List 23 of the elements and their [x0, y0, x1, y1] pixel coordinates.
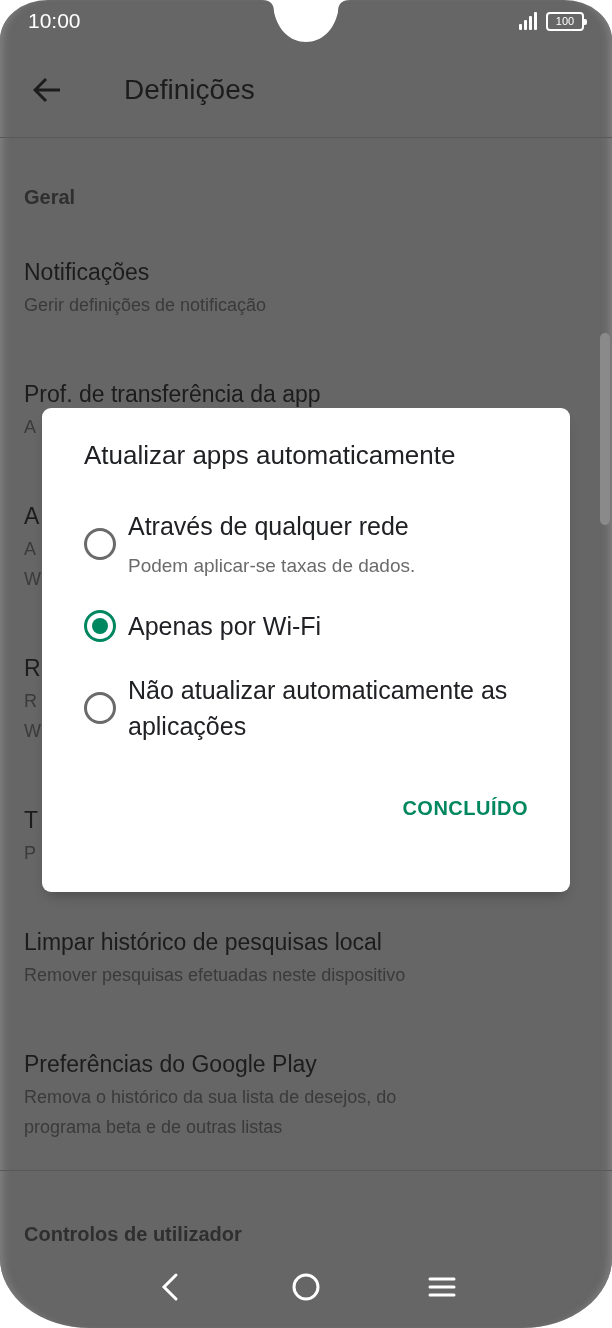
section-header: Geral [23, 185, 77, 210]
signal-icon [518, 12, 538, 30]
setting-title[interactable]: R [24, 650, 41, 686]
status-time: 10:00 [28, 9, 81, 33]
radio-button[interactable] [84, 692, 116, 724]
radio-button[interactable] [84, 528, 116, 560]
option-label[interactable]: Apenas por Wi-Fi [128, 608, 322, 644]
setting-title[interactable]: T [24, 802, 39, 838]
option-description: Podem aplicar-se taxas de dados. [128, 554, 416, 578]
setting-title[interactable]: Limpar histórico de pesquisas local [24, 924, 382, 960]
battery-level: 100 [546, 11, 584, 31]
dialog-title: Atualizar apps automaticamente [84, 439, 457, 472]
setting-title[interactable]: Notificações [24, 254, 150, 290]
option-label[interactable]: Através de qualquer rede [128, 508, 416, 544]
section-header: Controlos de utilizador [23, 1222, 243, 1247]
done-button[interactable]: CONCLUÍDO [402, 784, 528, 832]
nav-home-button[interactable] [291, 1272, 321, 1302]
setting-title[interactable]: Preferências do Google Play [24, 1046, 317, 1082]
setting-title[interactable]: A [24, 498, 40, 534]
page-title: Definições [124, 73, 255, 106]
setting-title[interactable]: Prof. de transferência da app [24, 376, 321, 412]
option-label[interactable]: Não atualizar automaticamente as aplicações [128, 672, 508, 744]
radio-button[interactable] [84, 610, 116, 642]
